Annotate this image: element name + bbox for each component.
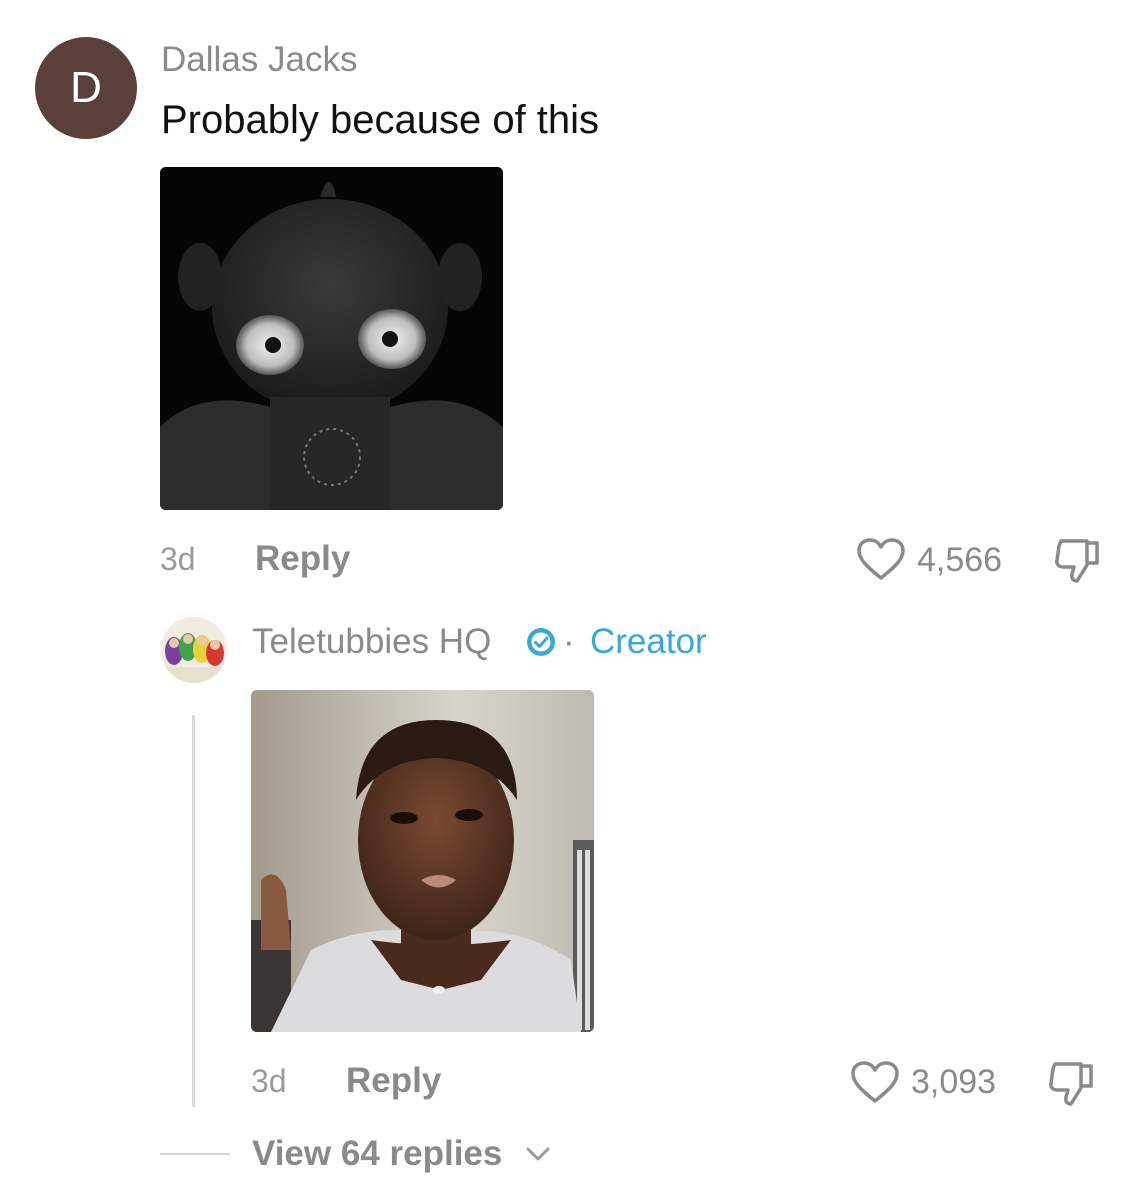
reply-gif-image[interactable]	[251, 690, 594, 1032]
reply-button[interactable]: Reply	[346, 1061, 441, 1101]
heart-icon[interactable]	[856, 538, 906, 582]
teletubby-dark-image	[160, 167, 503, 510]
heart-icon[interactable]	[850, 1061, 900, 1105]
view-replies-link[interactable]: View 64 replies	[252, 1134, 502, 1174]
thread-line	[192, 715, 195, 1107]
woman-photo-image	[251, 690, 594, 1032]
reply-button[interactable]: Reply	[255, 539, 350, 579]
verified-icon	[527, 628, 555, 656]
view-replies-divider	[160, 1153, 230, 1155]
avatar[interactable]: D	[35, 37, 137, 139]
comment-time: 3d	[160, 541, 196, 577]
creator-badge: Creator	[590, 622, 707, 661]
comment-username[interactable]: Dallas Jacks	[161, 40, 357, 80]
creator-username[interactable]: Teletubbies HQ	[252, 622, 491, 662]
separator-dot: ·	[563, 622, 575, 661]
like-count: 4,566	[917, 541, 1003, 579]
like-count: 3,093	[911, 1063, 997, 1101]
comment-gif-image[interactable]	[160, 167, 503, 510]
comment-text: Probably because of this	[161, 98, 600, 142]
teletubbies-group-image	[161, 617, 227, 683]
dislike-icon[interactable]	[1053, 537, 1103, 585]
reply-time: 3d	[251, 1063, 287, 1099]
avatar-letter: D	[70, 63, 102, 112]
creator-avatar[interactable]	[161, 617, 227, 683]
dislike-icon[interactable]	[1047, 1060, 1097, 1108]
chevron-down-icon[interactable]	[524, 1144, 552, 1164]
